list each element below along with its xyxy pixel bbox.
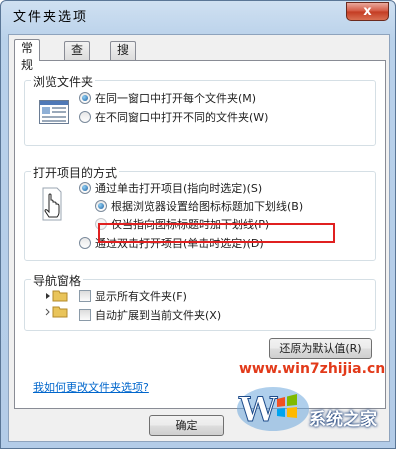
option-label: 通过单击打开项目(指向时选定)(S) xyxy=(95,182,263,195)
single-click-option[interactable]: 通过单击打开项目(指向时选定)(S) xyxy=(79,181,262,197)
general-panel: 浏览文件夹 在同一窗口中打开每个文件夹(M) 在不同窗口中打开不同的文件夹(W)… xyxy=(14,60,386,409)
radio-button[interactable] xyxy=(79,111,91,123)
show-all-folders-option[interactable]: 显示所有文件夹(F) xyxy=(79,289,187,305)
browse-folders-group: 浏览文件夹 在同一窗口中打开每个文件夹(M) 在不同窗口中打开不同的文件夹(W) xyxy=(24,73,376,146)
option-label: 显示所有文件夹(F) xyxy=(95,290,187,303)
option-label: 在不同窗口中打开不同的文件夹(W) xyxy=(95,111,269,124)
windows-logo-icon: W xyxy=(233,379,313,438)
radio-button[interactable] xyxy=(95,200,107,212)
title-bar[interactable]: 文件夹选项 x xyxy=(1,1,395,29)
folder-tree-icon xyxy=(45,290,71,327)
hand-cursor-icon xyxy=(39,186,65,225)
radio-button[interactable] xyxy=(79,92,91,104)
option-label: 根据浏览器设置给图标标题加下划线(B) xyxy=(111,200,304,213)
browse-new-window-option[interactable]: 在不同窗口中打开不同的文件夹(W) xyxy=(79,110,268,126)
watermark-url: www.win7zhijia.cn xyxy=(239,361,386,377)
watermark-brand: 系统之家 xyxy=(309,410,377,430)
option-label: 在同一窗口中打开每个文件夹(M) xyxy=(95,92,257,105)
open-items-group: 打开项目的方式 通过单击打开项目(指向时选定)(S) 根据浏览器设置给图标标题加… xyxy=(24,164,376,261)
site-watermark: www.win7zhijia.cn W 系统之家 xyxy=(233,361,391,441)
tab-general-label: 常规 xyxy=(21,41,34,72)
dialog-title: 文件夹选项 xyxy=(13,10,89,25)
help-link[interactable]: 我如何更改文件夹选项? xyxy=(33,379,149,395)
option-label: 自动扩展到当前文件夹(X) xyxy=(95,309,222,322)
close-button[interactable]: x xyxy=(346,2,389,21)
window-icon xyxy=(39,100,69,127)
navigation-pane-group: 导航窗格 显示所有文件夹(F) 自动扩展到当前文件夹(X) xyxy=(24,272,376,331)
checkbox[interactable] xyxy=(79,290,91,302)
radio-button[interactable] xyxy=(79,237,91,249)
underline-browser-option[interactable]: 根据浏览器设置给图标标题加下划线(B) xyxy=(95,199,303,215)
ok-button[interactable]: 确定 xyxy=(149,415,224,436)
checkbox[interactable] xyxy=(79,309,91,321)
svg-text:W: W xyxy=(238,390,278,430)
highlight-box xyxy=(98,223,335,243)
restore-defaults-button[interactable]: 还原为默认值(R) xyxy=(269,338,372,359)
auto-expand-option[interactable]: 自动扩展到当前文件夹(X) xyxy=(79,308,221,324)
open-items-title: 打开项目的方式 xyxy=(31,164,120,181)
tab-general[interactable]: 常规 xyxy=(14,39,41,72)
radio-button[interactable] xyxy=(79,182,91,194)
tab-search[interactable]: 搜索 xyxy=(110,41,137,74)
navigation-pane-title: 导航窗格 xyxy=(31,272,84,289)
tab-view[interactable]: 查看 xyxy=(64,41,91,74)
dialog-window: 文件夹选项 x 常规 查看 搜索 浏览文件夹 xyxy=(0,0,396,449)
browse-folders-title: 浏览文件夹 xyxy=(31,73,96,90)
browse-same-window-option[interactable]: 在同一窗口中打开每个文件夹(M) xyxy=(79,91,256,107)
close-icon: x xyxy=(363,4,372,19)
